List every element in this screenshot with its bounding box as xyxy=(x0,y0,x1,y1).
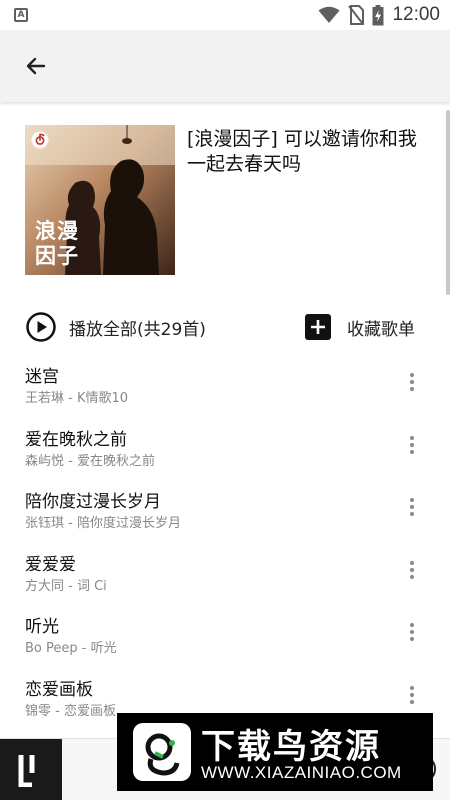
playlist-title: [浪漫因子] 可以邀请你和我一起去春天吗 xyxy=(187,128,417,175)
song-subtitle: 方大同 - 词 Ci xyxy=(25,578,107,594)
playlist-cover[interactable]: 浪漫 因子 xyxy=(25,125,175,275)
song-list: 迷宫 王若琳 - K情歌10 爱在晚秋之前 森屿悦 - 爱在晚秋之前 陪你度过漫… xyxy=(0,352,450,728)
wifi-icon xyxy=(318,6,340,23)
song-subtitle: 王若琳 - K情歌10 xyxy=(25,391,129,406)
play-circle-icon xyxy=(26,312,56,342)
notification-a-icon: A xyxy=(14,8,28,22)
song-title: 听光 xyxy=(25,617,59,638)
back-button[interactable] xyxy=(16,48,56,84)
song-title: 爱爱爱 xyxy=(25,554,76,575)
battery-charging-icon xyxy=(372,4,384,25)
song-subtitle: 张钰琪 - 陪你度过漫长岁月 xyxy=(25,516,181,532)
more-options-icon[interactable] xyxy=(402,495,422,519)
no-sim-icon xyxy=(348,5,365,25)
status-bar: A 12:00 xyxy=(0,0,450,30)
song-title: 爱在晚秋之前 xyxy=(25,429,127,450)
playlist-actions: 播放全部(共29首) 收藏歌单 xyxy=(25,308,425,346)
song-subtitle: Bo Peep - 听光 xyxy=(25,641,117,657)
play-all-button[interactable]: 播放全部(共29首) xyxy=(25,308,206,346)
watermark-url: WWW.XIAZAINIAO.COM xyxy=(201,763,402,782)
song-subtitle: 森屿悦 - 爱在晚秋之前 xyxy=(25,453,155,469)
playlist-header: 浪漫 因子 [浪漫因子] 可以邀请你和我一起去春天吗 xyxy=(25,125,425,275)
song-item[interactable]: 爱爱爱 方大同 - 词 Ci xyxy=(0,540,450,603)
collect-label: 收藏歌单 xyxy=(347,319,415,340)
add-box-icon xyxy=(305,314,331,340)
more-options-icon[interactable] xyxy=(402,433,422,457)
app-logo-icon xyxy=(0,739,62,800)
song-title: 迷宫 xyxy=(25,367,59,387)
scrollbar[interactable] xyxy=(446,110,450,295)
cover-title-text: 浪漫 因子 xyxy=(35,219,79,268)
collect-playlist-button[interactable]: 收藏歌单 xyxy=(305,308,415,346)
watermark-title: 下载鸟资源 xyxy=(201,727,381,767)
bird-logo-icon xyxy=(133,723,191,781)
more-options-icon[interactable] xyxy=(402,558,422,582)
song-title: 恋爱画板 xyxy=(25,679,93,700)
more-options-icon[interactable] xyxy=(402,620,422,644)
play-all-label: 播放全部(共29首) xyxy=(69,319,206,340)
arrow-left-icon xyxy=(26,57,46,75)
status-time: 12:00 xyxy=(392,4,440,25)
song-item[interactable]: 迷宫 王若琳 - K情歌10 xyxy=(0,352,450,415)
l-logo-icon xyxy=(18,755,35,787)
more-options-icon[interactable] xyxy=(402,370,422,394)
song-subtitle: 锦零 - 恋爱画板 xyxy=(25,703,116,719)
song-item[interactable]: 陪你度过漫长岁月 张钰琪 - 陪你度过漫长岁月 xyxy=(0,477,450,540)
watermark-banner: 下载鸟资源 WWW.XIAZAINIAO.COM xyxy=(117,713,433,791)
more-options-icon[interactable] xyxy=(402,683,422,707)
song-item[interactable]: 爱在晚秋之前 森屿悦 - 爱在晚秋之前 xyxy=(0,415,450,478)
song-item[interactable]: 听光 Bo Peep - 听光 xyxy=(0,602,450,665)
song-title: 陪你度过漫长岁月 xyxy=(25,492,161,513)
netease-music-icon xyxy=(31,131,49,149)
status-right-group: 12:00 xyxy=(318,0,440,30)
app-bar xyxy=(0,30,450,102)
